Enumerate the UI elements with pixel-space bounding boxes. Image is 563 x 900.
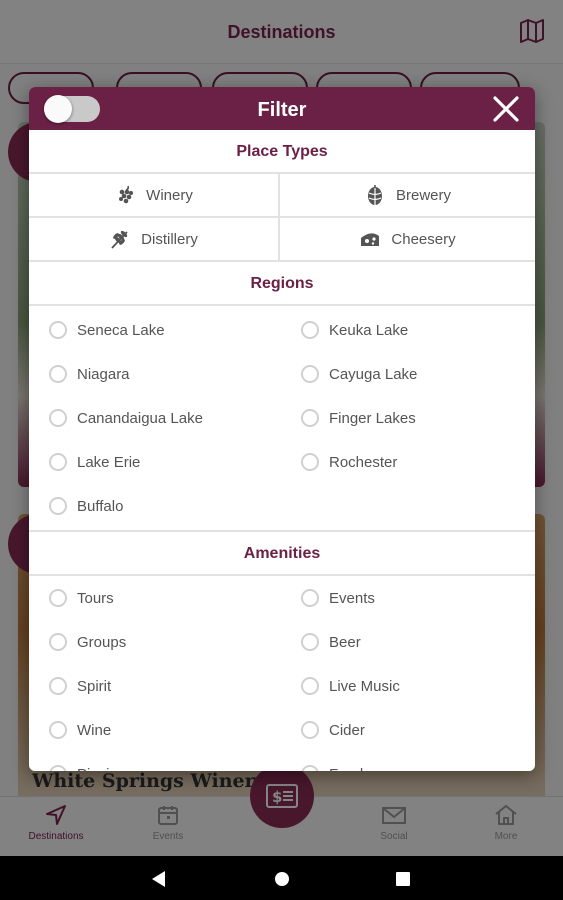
radio-button[interactable] <box>301 409 319 427</box>
amenities-grid: Tours Events Groups Beer Spirit Live Music Win… <box>29 576 535 771</box>
grapes-icon <box>119 185 134 204</box>
region-label: Lake Erie <box>77 453 141 471</box>
recents-icon[interactable] <box>394 870 412 888</box>
radio-button[interactable] <box>301 765 319 771</box>
radio-button[interactable] <box>49 765 67 771</box>
regions-grid: Seneca Lake Keuka Lake Niagara Cayuga Lake C… <box>29 308 535 528</box>
region-option[interactable]: Cayuga Lake <box>301 352 535 396</box>
system-nav-bar <box>0 856 563 900</box>
amenity-option[interactable]: Cider <box>301 708 535 752</box>
region-label: Canandaigua Lake <box>77 409 203 427</box>
place-type-distillery[interactable]: Distillery <box>29 218 280 262</box>
amenities-heading: Amenities <box>29 532 535 576</box>
amenity-label: Live Music <box>329 677 400 695</box>
place-types-heading: Place Types <box>29 130 535 174</box>
region-label: Keuka Lake <box>329 321 409 339</box>
region-option[interactable]: Lake Erie <box>49 440 301 484</box>
place-type-brewery[interactable]: Brewery <box>280 174 535 218</box>
back-icon[interactable] <box>150 870 168 888</box>
amenity-option[interactable]: Tours <box>49 576 301 620</box>
radio-button[interactable] <box>301 721 319 739</box>
radio-button[interactable] <box>301 589 319 607</box>
radio-button[interactable] <box>301 633 319 651</box>
amenity-option[interactable]: Spirit <box>49 664 301 708</box>
region-option[interactable]: Canandaigua Lake <box>49 396 301 440</box>
place-type-label: Cheesery <box>391 230 456 248</box>
amenity-option[interactable]: Live Music <box>301 664 535 708</box>
amenity-option[interactable]: Groups <box>49 620 301 664</box>
amenity-label: Beer <box>329 633 361 651</box>
wheat-icon <box>111 230 128 249</box>
home-button-icon[interactable] <box>273 870 291 888</box>
amenity-label: Groups <box>77 633 127 651</box>
dialog-title: Filter <box>257 99 307 121</box>
cheese-icon <box>361 233 380 246</box>
amenity-option[interactable]: Picnic <box>49 752 301 771</box>
radio-button[interactable] <box>301 365 319 383</box>
region-label: Cayuga Lake <box>329 365 418 383</box>
radio-button[interactable] <box>49 633 67 651</box>
hops-icon <box>367 185 382 205</box>
radio-button[interactable] <box>49 321 67 339</box>
place-type-label: Winery <box>146 186 193 204</box>
place-type-winery[interactable]: Winery <box>29 174 280 218</box>
region-option[interactable]: Niagara <box>49 352 301 396</box>
regions-heading: Regions <box>29 262 535 306</box>
place-type-label: Distillery <box>141 230 198 248</box>
amenity-label: Spirit <box>77 677 112 695</box>
region-label: Rochester <box>329 453 398 471</box>
region-option[interactable]: Finger Lakes <box>301 396 535 440</box>
amenity-option[interactable]: Beer <box>301 620 535 664</box>
amenity-label: Picnic <box>77 766 117 772</box>
amenity-option[interactable]: Events <box>301 576 535 620</box>
place-type-cheesery[interactable]: Cheesery <box>280 218 535 262</box>
dialog-header: Filter <box>29 87 535 130</box>
region-label: Niagara <box>77 365 130 383</box>
amenity-label: Events <box>329 589 375 607</box>
radio-button[interactable] <box>49 409 67 427</box>
place-type-label: Brewery <box>395 186 451 204</box>
region-option[interactable]: Seneca Lake <box>49 308 301 352</box>
region-option[interactable]: Buffalo <box>49 484 301 528</box>
region-option[interactable]: Rochester <box>301 440 535 484</box>
place-types-grid: Winery Brewery Distillery Cheesery <box>29 174 535 262</box>
amenity-label: Cider <box>329 721 365 739</box>
region-label: Buffalo <box>77 497 124 515</box>
amenity-option[interactable]: Food <box>301 752 535 771</box>
region-option[interactable]: Keuka Lake <box>301 308 535 352</box>
radio-button[interactable] <box>49 365 67 383</box>
region-label: Seneca Lake <box>77 321 165 339</box>
region-label: Finger Lakes <box>329 409 416 427</box>
amenity-option[interactable]: Wine <box>49 708 301 752</box>
close-icon[interactable] <box>491 94 521 124</box>
radio-button[interactable] <box>49 677 67 695</box>
amenity-label: Wine <box>77 721 112 739</box>
amenity-label: Food <box>329 766 363 772</box>
radio-button[interactable] <box>49 453 67 471</box>
radio-button[interactable] <box>301 453 319 471</box>
radio-button[interactable] <box>49 589 67 607</box>
radio-button[interactable] <box>49 497 67 515</box>
amenity-label: Tours <box>77 589 114 607</box>
radio-button[interactable] <box>49 721 67 739</box>
filter-dialog: Filter Place Types Winery Brewery Distil… <box>29 87 535 771</box>
radio-button[interactable] <box>301 321 319 339</box>
radio-button[interactable] <box>301 677 319 695</box>
